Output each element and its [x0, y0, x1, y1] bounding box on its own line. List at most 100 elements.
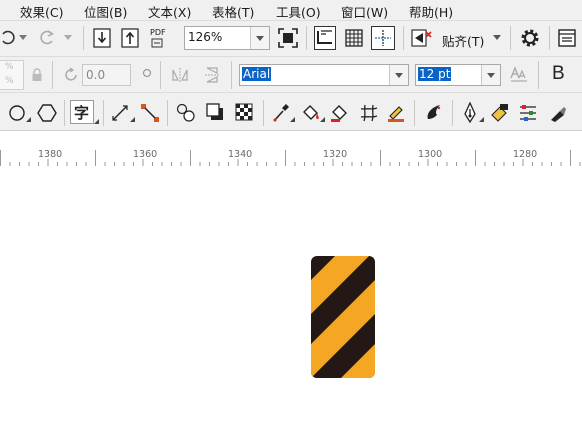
menu-help[interactable]: 帮助(H) — [409, 2, 453, 20]
ellipse-tool-icon[interactable] — [8, 104, 26, 122]
redo-dropdown-icon[interactable] — [64, 35, 72, 40]
font-list-field[interactable]: Arial — [239, 64, 409, 86]
text-tool-button[interactable]: 字 — [70, 100, 94, 124]
show-guidelines-icon[interactable] — [371, 26, 395, 50]
flyout-corner-icon — [130, 117, 135, 122]
hazard-stripe-sign[interactable] — [311, 256, 375, 378]
font-scale-icon[interactable] — [509, 66, 529, 84]
flyout-corner-icon — [94, 119, 99, 124]
blend-tool-icon[interactable] — [176, 103, 196, 123]
eraser-tool-icon[interactable] — [490, 102, 510, 122]
pdf-icon — [151, 38, 163, 48]
flyout-corner-icon — [290, 117, 295, 122]
ruler-label: 1340 — [228, 149, 253, 160]
knife-tool-icon[interactable] — [548, 103, 568, 123]
drawing-canvas[interactable] — [0, 166, 582, 445]
snap-dropdown-icon[interactable] — [493, 35, 501, 40]
separator — [103, 100, 104, 126]
separator — [263, 100, 264, 126]
separator — [452, 100, 453, 126]
rotate-icon — [65, 67, 77, 81]
snap-to-label[interactable]: 贴齐(T) — [442, 31, 484, 50]
ruler-label: 1360 — [133, 149, 158, 160]
font-size-text: 12 pt — [418, 67, 452, 81]
zoom-level-value: 126% — [188, 30, 223, 44]
bold-button[interactable]: B — [552, 63, 565, 85]
font-size-value: 12 pt — [418, 67, 452, 81]
application-launcher-icon[interactable] — [558, 29, 576, 47]
ruler-ticks — [0, 150, 582, 167]
rotation-angle-field[interactable]: 0.0 — [82, 64, 131, 86]
degree-icon — [142, 68, 152, 78]
zoom-level-field[interactable]: 126% — [184, 26, 270, 50]
property-bar: % % 0.0 Arial 12 pt B — [0, 56, 582, 93]
separator — [306, 26, 307, 50]
chevron-down-icon — [256, 36, 264, 41]
text-tool-glyph: 字 — [74, 104, 90, 122]
polygon-tool-icon[interactable] — [37, 104, 57, 122]
separator — [83, 26, 84, 50]
snap-to-icon[interactable] — [411, 28, 433, 48]
horizontal-ruler[interactable]: 1380 1360 1340 1320 1300 1280 — [0, 130, 582, 167]
toolbox: 字 — [0, 92, 582, 131]
menu-bitmaps[interactable]: 位图(B) — [84, 2, 127, 20]
zoom-dropdown-button[interactable] — [250, 27, 269, 49]
color-eyedropper-icon[interactable] — [272, 103, 290, 123]
chevron-down-icon — [487, 73, 495, 78]
menu-window[interactable]: 窗口(W) — [341, 2, 388, 20]
undo-dropdown-icon[interactable] — [19, 35, 27, 40]
separator — [160, 61, 161, 89]
menu-effects[interactable]: 效果(C) — [20, 2, 63, 20]
dimension-tool-icon[interactable] — [111, 104, 129, 122]
mirror-horizontal-icon[interactable] — [171, 66, 189, 84]
drop-shadow-tool-icon[interactable] — [206, 103, 224, 121]
ruler-label: 1320 — [323, 149, 348, 160]
object-size-field[interactable]: % % — [0, 60, 24, 90]
separator — [549, 26, 550, 50]
separator — [538, 61, 539, 89]
export-icon[interactable] — [121, 28, 139, 48]
menu-tools[interactable]: 工具(O) — [276, 2, 321, 20]
artistic-media-icon[interactable] — [424, 103, 444, 123]
menu-text[interactable]: 文本(X) — [148, 2, 191, 20]
font-size-dropdown-button[interactable] — [481, 65, 500, 85]
menu-table[interactable]: 表格(T) — [212, 2, 254, 20]
separator — [510, 26, 511, 50]
align-distribute-icon[interactable] — [518, 103, 538, 123]
smear-tool-icon[interactable] — [386, 103, 406, 123]
separator — [167, 100, 168, 126]
pen-tool-icon[interactable] — [461, 102, 479, 124]
interactive-fill-icon[interactable] — [301, 103, 321, 123]
show-grid-icon[interactable] — [344, 28, 364, 48]
flyout-corner-icon — [26, 117, 31, 122]
separator — [403, 26, 404, 50]
font-size-field[interactable]: 12 pt — [415, 64, 501, 86]
ruler-label: 1300 — [418, 149, 443, 160]
smart-fill-icon[interactable] — [330, 103, 350, 123]
full-screen-icon[interactable] — [278, 28, 298, 48]
ruler-label: 1380 — [38, 149, 63, 160]
separator — [52, 61, 53, 89]
gear-icon[interactable] — [519, 27, 541, 49]
separator — [231, 61, 232, 89]
ruler-mark: % — [5, 76, 14, 86]
show-rulers-icon[interactable] — [314, 26, 336, 50]
import-icon[interactable] — [93, 28, 111, 48]
ruler-mark: % — [5, 62, 14, 72]
mirror-vertical-icon[interactable] — [203, 66, 221, 84]
undo-icon[interactable] — [0, 28, 16, 46]
standard-toolbar: PDF 126% 贴齐(T) — [0, 20, 582, 56]
pdf-label: PDF — [150, 28, 166, 37]
separator — [414, 100, 415, 126]
connector-tool-icon[interactable] — [140, 103, 160, 123]
chevron-down-icon — [395, 73, 403, 78]
lock-icon[interactable] — [31, 68, 43, 82]
font-list-dropdown-button[interactable] — [389, 65, 408, 85]
publish-pdf-button[interactable]: PDF — [149, 28, 173, 50]
mesh-fill-icon[interactable] — [359, 103, 379, 123]
rotation-angle-value: 0.0 — [86, 68, 106, 82]
transparency-tool-icon[interactable] — [235, 103, 253, 121]
redo-icon[interactable] — [38, 28, 56, 46]
font-name-text: Arial — [242, 67, 272, 81]
separator — [64, 100, 65, 126]
